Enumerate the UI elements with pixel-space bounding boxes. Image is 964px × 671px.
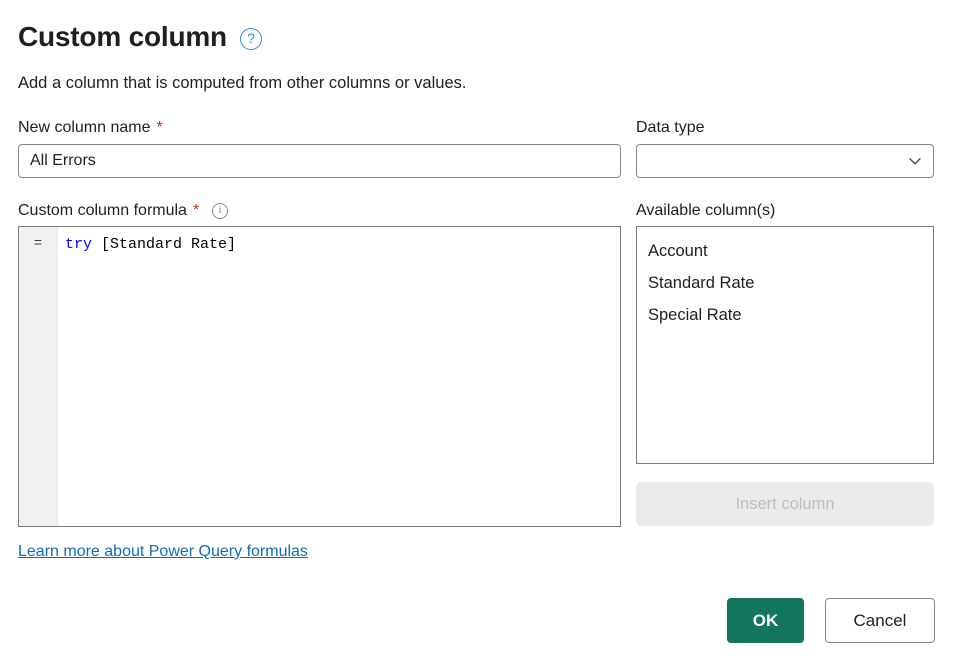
list-item[interactable]: Standard Rate — [637, 267, 933, 299]
formula-equals-gutter: = — [19, 227, 58, 526]
required-asterisk: * — [157, 120, 163, 136]
info-circle-icon[interactable]: i — [212, 203, 228, 219]
data-type-select[interactable] — [636, 144, 934, 178]
page-title: Custom column — [18, 20, 227, 54]
data-type-label-text: Data type — [636, 118, 704, 138]
insert-column-button[interactable]: Insert column — [636, 482, 934, 526]
formula-text-area[interactable]: try [Standard Rate] — [58, 227, 620, 526]
cancel-button[interactable]: Cancel — [825, 598, 935, 643]
formula-token-plain: [Standard Rate] — [92, 236, 236, 253]
formula-editor[interactable]: = try [Standard Rate] — [18, 226, 621, 527]
list-item[interactable]: Special Rate — [637, 299, 933, 331]
question-circle-icon[interactable]: ? — [240, 28, 262, 50]
chevron-down-icon[interactable] — [908, 154, 922, 168]
ok-button[interactable]: OK — [727, 598, 804, 643]
new-column-name-input[interactable] — [18, 144, 621, 178]
learn-more-link[interactable]: Learn more about Power Query formulas — [18, 542, 308, 562]
dialog-header: Custom column ? — [18, 20, 262, 54]
required-asterisk: * — [193, 203, 199, 219]
available-columns-label-text: Available column(s) — [636, 201, 775, 221]
dialog-subtitle: Add a column that is computed from other… — [18, 72, 466, 94]
new-column-name-label-text: New column name — [18, 118, 151, 138]
available-columns-listbox[interactable]: Account Standard Rate Special Rate — [636, 226, 934, 464]
list-item[interactable]: Account — [637, 235, 933, 267]
available-columns-label: Available column(s) — [636, 201, 775, 221]
new-column-name-label: New column name * — [18, 118, 163, 138]
custom-column-formula-label: Custom column formula * i — [18, 201, 228, 221]
formula-token-keyword: try — [65, 236, 92, 253]
data-type-label: Data type — [636, 118, 704, 138]
custom-column-formula-label-text: Custom column formula — [18, 201, 187, 221]
